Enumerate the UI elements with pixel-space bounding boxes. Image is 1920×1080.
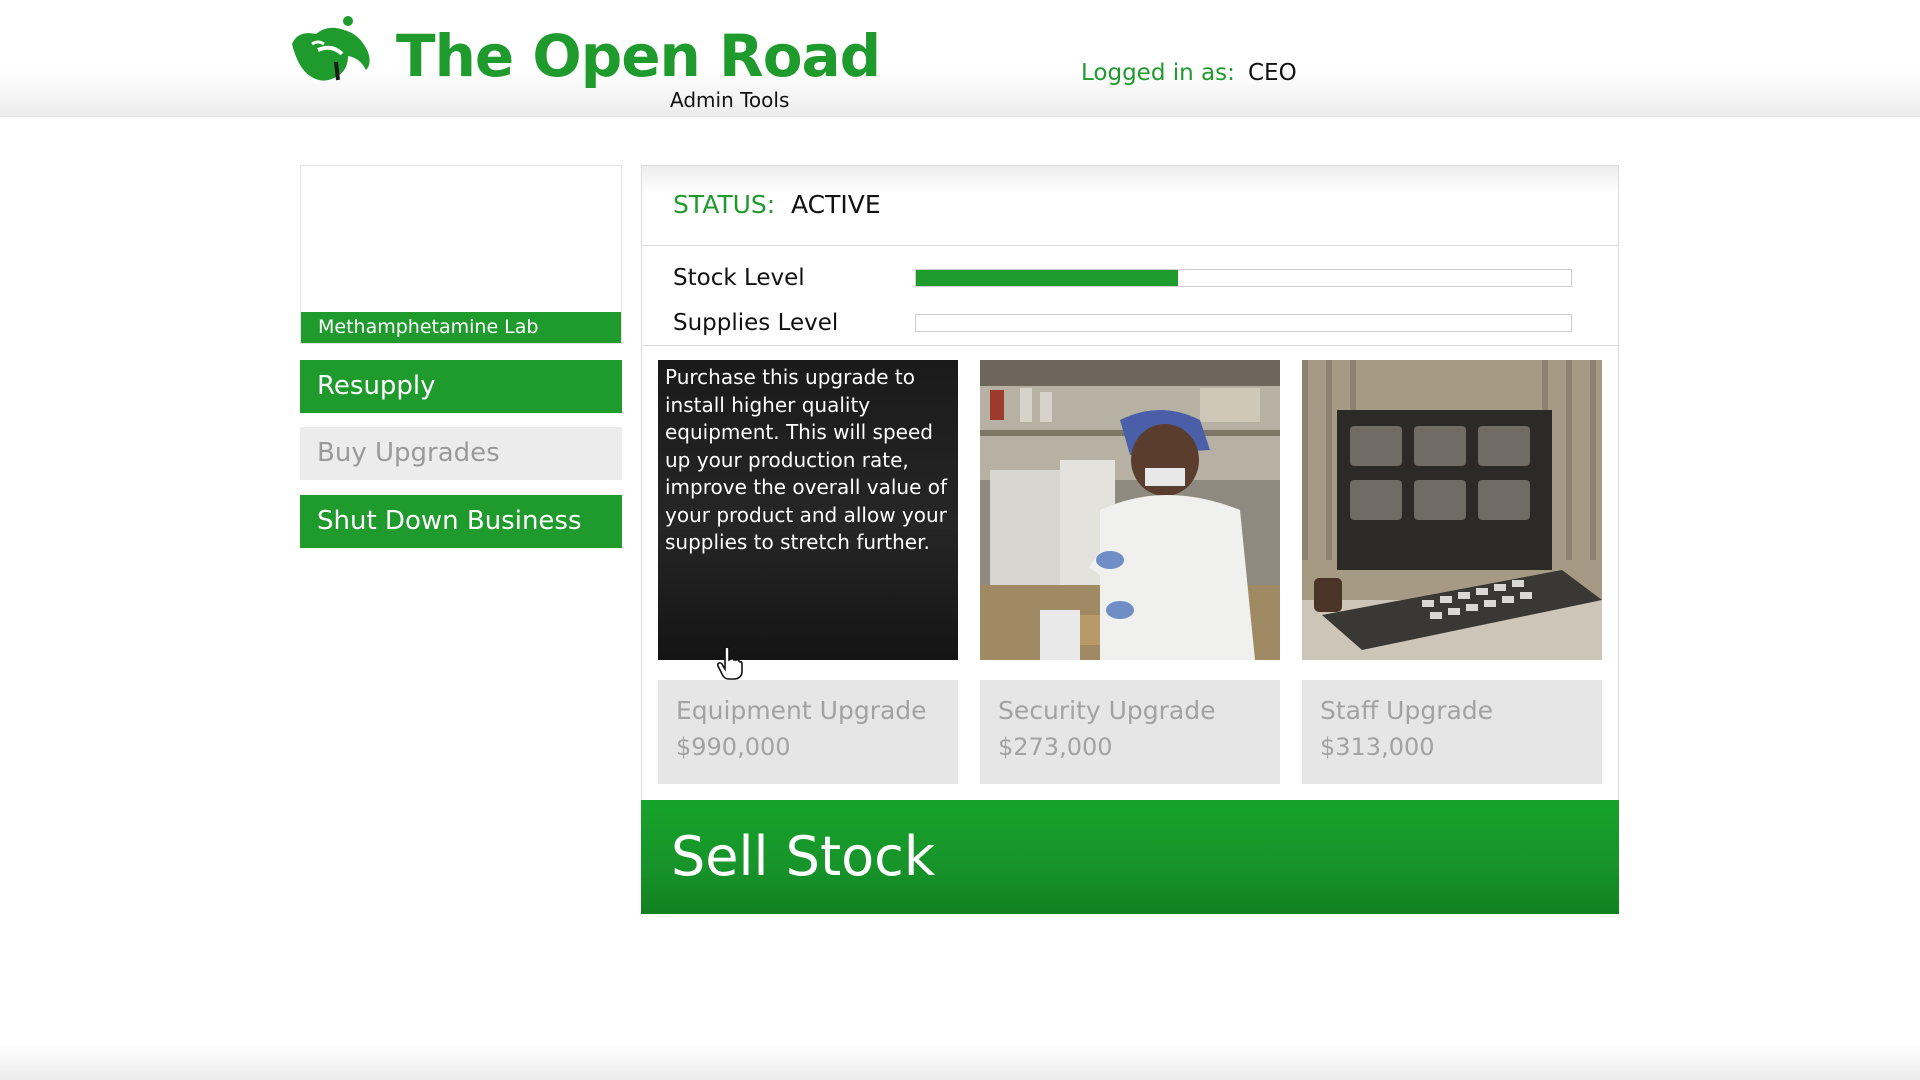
security-monitors-image <box>1302 360 1602 660</box>
equipment-upgrade-image[interactable]: Purchase this upgrade to install higher … <box>658 360 958 660</box>
stock-level-label: Stock Level <box>673 265 805 291</box>
staff-upgrade-card[interactable]: Staff Upgrade $313,000 <box>1302 680 1602 784</box>
lab-worker-image <box>980 360 1280 660</box>
security-upgrade-price: $273,000 <box>998 733 1113 761</box>
business-panel: STATUS: ACTIVE Stock Level Supplies Leve… <box>641 165 1619 914</box>
supplies-level-bar <box>915 314 1572 332</box>
buy-upgrades-button[interactable]: Buy Upgrades <box>300 427 622 480</box>
business-name: Methamphetamine Lab <box>301 312 621 343</box>
stock-level-bar <box>915 269 1572 287</box>
supplies-level-label: Supplies Level <box>673 310 839 336</box>
footer-shade <box>0 1044 1920 1080</box>
header: The Open Road Admin Tools Logged in as: … <box>0 0 1920 117</box>
security-upgrade-card[interactable]: Security Upgrade $273,000 <box>980 680 1280 784</box>
equipment-upgrade-card[interactable]: Equipment Upgrade $990,000 <box>658 680 958 784</box>
status-bar: STATUS: ACTIVE <box>642 166 1618 246</box>
security-upgrade-name: Security Upgrade <box>998 696 1216 725</box>
security-upgrade-image[interactable] <box>980 360 1280 660</box>
staff-upgrade-name: Staff Upgrade <box>1320 696 1494 725</box>
stock-level-fill <box>916 270 1178 286</box>
status-label: STATUS: <box>673 190 776 219</box>
brand-title: The Open Road <box>396 22 881 90</box>
equipment-upgrade-price: $990,000 <box>676 733 791 761</box>
hand-cursor-icon <box>716 646 743 680</box>
road-bird-logo-icon <box>292 16 370 81</box>
resupply-button[interactable]: Resupply <box>300 360 622 413</box>
shut-down-business-button[interactable]: Shut Down Business <box>300 495 622 548</box>
staff-upgrade-price: $313,000 <box>1320 733 1435 761</box>
staff-upgrade-image[interactable] <box>1302 360 1602 660</box>
sell-stock-button[interactable]: Sell Stock <box>641 800 1619 914</box>
login-user: CEO <box>1248 60 1297 86</box>
business-card: Methamphetamine Lab <box>300 165 622 344</box>
login-label: Logged in as: <box>1081 60 1235 86</box>
equipment-upgrade-description: Purchase this upgrade to install higher … <box>658 360 958 660</box>
levels-section: Stock Level Supplies Level <box>642 247 1618 346</box>
status-value: ACTIVE <box>791 190 881 219</box>
equipment-upgrade-name: Equipment Upgrade <box>676 696 927 725</box>
brand-subtitle: Admin Tools <box>670 88 790 112</box>
